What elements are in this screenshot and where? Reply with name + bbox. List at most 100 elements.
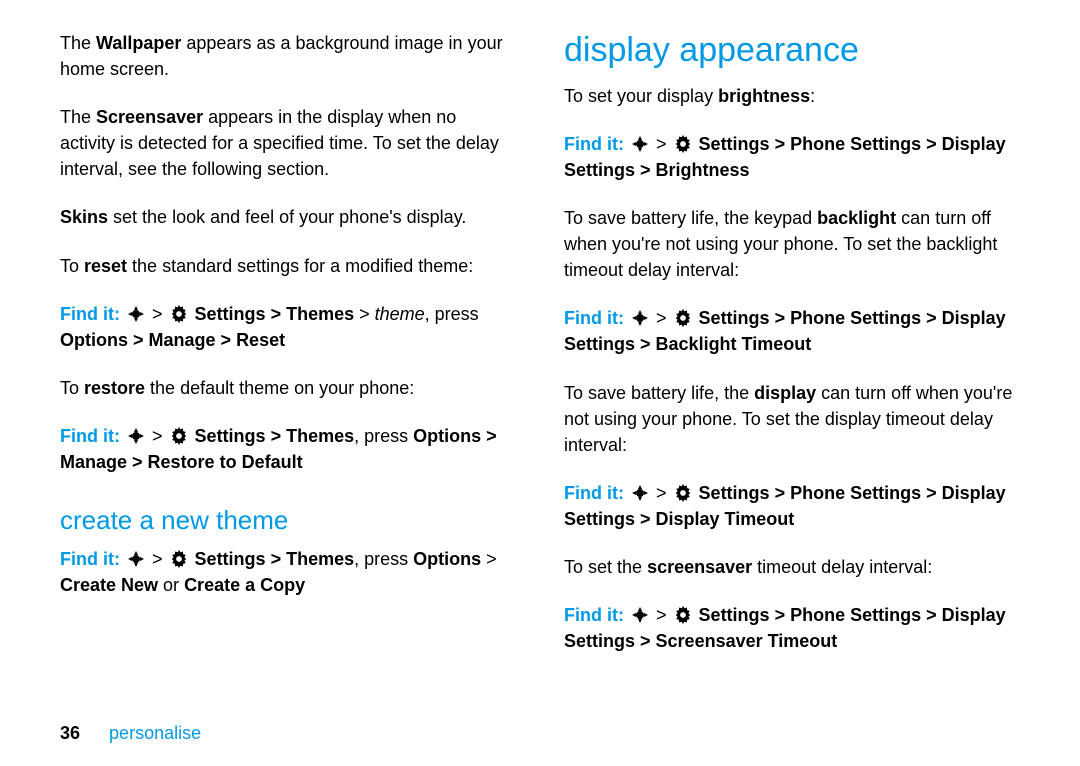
find-it-backlight: Find it: > Settings > Phone Settings > D…	[564, 305, 1020, 357]
text: >	[921, 605, 942, 625]
display-off-paragraph: To save battery life, the display can tu…	[564, 380, 1020, 458]
text: >	[770, 308, 791, 328]
find-it-restore: Find it: > Settings > Themes, press Opti…	[60, 423, 516, 475]
path-options: Options	[413, 549, 481, 569]
path-options: Options	[413, 426, 481, 446]
text: , press	[354, 426, 413, 446]
text: the default theme on your phone:	[145, 378, 414, 398]
text: >	[656, 605, 672, 625]
reset-paragraph: To reset the standard settings for a mod…	[60, 253, 516, 279]
text: The	[60, 33, 96, 53]
find-it-brightness: Find it: > Settings > Phone Settings > D…	[564, 131, 1020, 183]
find-it-label: Find it:	[564, 134, 624, 154]
gear-icon	[170, 550, 188, 568]
screensaver-timeout-paragraph: To set the screensaver timeout delay int…	[564, 554, 1020, 580]
path-manage: Manage	[60, 452, 127, 472]
page: The Wallpaper appears as a background im…	[0, 0, 1080, 766]
text: The	[60, 107, 96, 127]
text: >	[770, 483, 791, 503]
screensaver-paragraph: The Screensaver appears in the display w…	[60, 104, 516, 182]
path-brightness: Brightness	[656, 160, 750, 180]
text: To set the	[564, 557, 647, 577]
restore-paragraph: To restore the default theme on your pho…	[60, 375, 516, 401]
nav-key-icon	[127, 305, 145, 323]
text: >	[152, 426, 168, 446]
text: >	[635, 334, 656, 354]
find-it-screensaver-timeout: Find it: > Settings > Phone Settings > D…	[564, 602, 1020, 654]
text: >	[216, 330, 237, 350]
path-create-copy: Create a Copy	[184, 575, 305, 595]
text: >	[921, 308, 942, 328]
bold-screensaver: screensaver	[647, 557, 752, 577]
text: >	[635, 160, 656, 180]
path-themes: Themes	[286, 549, 354, 569]
text: >	[266, 304, 287, 324]
gear-icon	[674, 484, 692, 502]
text: >	[354, 304, 375, 324]
text: >	[128, 330, 149, 350]
path-manage: Manage	[149, 330, 216, 350]
text: >	[635, 631, 656, 651]
text: To save battery life, the	[564, 383, 754, 403]
bold-brightness: brightness	[718, 86, 810, 106]
gear-icon	[674, 606, 692, 624]
path-settings: Settings	[195, 426, 266, 446]
text: >	[770, 134, 791, 154]
skins-paragraph: Skins set the look and feel of your phon…	[60, 204, 516, 230]
italic-theme: theme	[375, 304, 425, 324]
two-column-layout: The Wallpaper appears as a background im…	[60, 30, 1020, 676]
bold-restore: restore	[84, 378, 145, 398]
right-column: display appearance To set your display b…	[564, 30, 1020, 676]
text: >	[921, 483, 942, 503]
text: the standard settings for a modified the…	[127, 256, 473, 276]
path-themes: Themes	[286, 304, 354, 324]
path-settings: Settings	[699, 605, 770, 625]
bold-skins: Skins	[60, 207, 108, 227]
find-it-label: Find it:	[564, 308, 624, 328]
display-appearance-heading: display appearance	[564, 30, 1020, 71]
text: timeout delay interval:	[752, 557, 932, 577]
text: >	[656, 483, 672, 503]
text: or	[158, 575, 184, 595]
nav-key-icon	[127, 427, 145, 445]
path-phone-settings: Phone Settings	[790, 134, 921, 154]
text: >	[127, 452, 148, 472]
text: >	[152, 304, 168, 324]
text: To set your display	[564, 86, 718, 106]
path-themes: Themes	[286, 426, 354, 446]
find-it-create-theme: Find it: > Settings > Themes, press Opti…	[60, 546, 516, 598]
find-it-label: Find it:	[60, 304, 120, 324]
text: >	[266, 549, 287, 569]
gear-icon	[674, 135, 692, 153]
find-it-label: Find it:	[60, 426, 120, 446]
text: >	[481, 549, 497, 569]
bold-wallpaper: Wallpaper	[96, 33, 181, 53]
path-reset: Reset	[236, 330, 285, 350]
path-settings: Settings	[699, 134, 770, 154]
find-it-label: Find it:	[60, 549, 120, 569]
nav-key-icon	[631, 135, 649, 153]
nav-key-icon	[127, 550, 145, 568]
create-theme-heading: create a new theme	[60, 505, 516, 536]
path-settings: Settings	[195, 304, 266, 324]
gear-icon	[170, 305, 188, 323]
page-number: 36	[60, 723, 80, 743]
gear-icon	[170, 427, 188, 445]
path-phone-settings: Phone Settings	[790, 605, 921, 625]
page-footer: 36 personalise	[60, 723, 201, 744]
text: >	[770, 605, 791, 625]
bold-screensaver: Screensaver	[96, 107, 203, 127]
text: >	[266, 426, 287, 446]
text: set the look and feel of your phone's di…	[108, 207, 466, 227]
text: >	[921, 134, 942, 154]
find-it-label: Find it:	[564, 605, 624, 625]
path-settings: Settings	[699, 483, 770, 503]
text: :	[810, 86, 815, 106]
path-restore-default: Restore to Default	[148, 452, 303, 472]
backlight-paragraph: To save battery life, the keypad backlig…	[564, 205, 1020, 283]
find-it-label: Find it:	[564, 483, 624, 503]
gear-icon	[674, 309, 692, 327]
left-column: The Wallpaper appears as a background im…	[60, 30, 516, 676]
find-it-reset: Find it: > Settings > Themes > theme, pr…	[60, 301, 516, 353]
path-backlight-timeout: Backlight Timeout	[656, 334, 812, 354]
